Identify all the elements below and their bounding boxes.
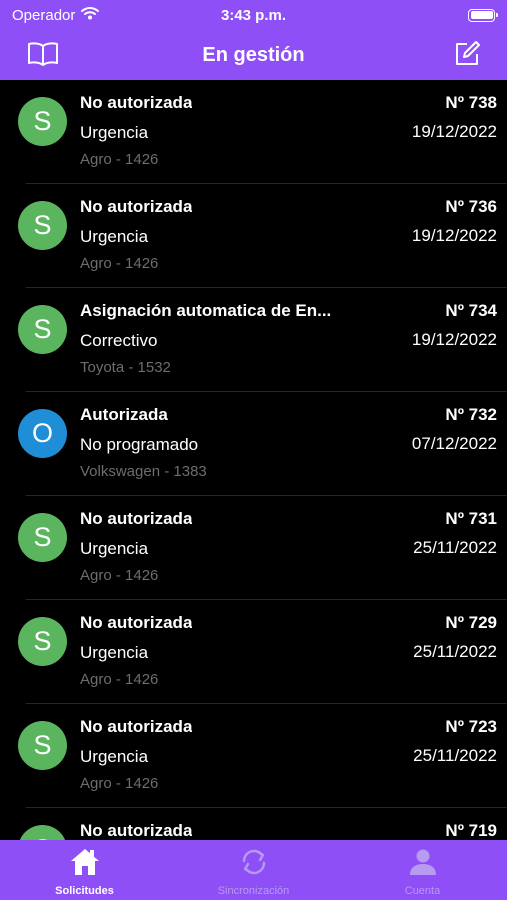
request-number: Nº 729 [445, 613, 497, 632]
request-type: Correctivo [80, 331, 158, 350]
request-vehicle: Toyota - 1532 [80, 359, 171, 376]
book-icon[interactable] [25, 38, 61, 70]
request-status: No autorizada [80, 509, 193, 528]
status-bar: Operador 3:43 p.m. [0, 0, 507, 30]
avatar: S [18, 617, 67, 666]
request-status: No autorizada [80, 821, 193, 840]
request-vehicle: Volkswagen - 1383 [80, 463, 207, 480]
request-status: No autorizada [80, 717, 193, 736]
home-icon [70, 848, 100, 881]
request-row[interactable]: O Autorizada No programado Volkswagen - … [0, 392, 507, 496]
request-date: 19/12/2022 [411, 122, 497, 141]
request-row[interactable]: S No autorizada Urgencia Agro - 1426 Nº … [0, 704, 507, 808]
request-row[interactable]: S No autorizada Urgencia Agro - 1426 Nº … [0, 184, 507, 288]
avatar: S [18, 201, 67, 250]
avatar: S [18, 825, 67, 840]
request-row[interactable]: S Asignación automatica de En... Correct… [0, 288, 507, 392]
request-status: Autorizada [80, 405, 168, 424]
request-date: 25/11/2022 [413, 746, 497, 765]
request-status: No autorizada [80, 613, 193, 632]
request-vehicle: Agro - 1426 [80, 255, 159, 272]
request-date: 19/12/2022 [411, 330, 497, 349]
page-title: En gestión [202, 43, 305, 66]
request-date: 19/12/2022 [411, 226, 497, 245]
request-row[interactable]: S No autorizada Urgencia Agro - 1426 Nº … [0, 600, 507, 704]
sync-icon [239, 848, 269, 881]
request-vehicle: Agro - 1426 [80, 671, 159, 688]
avatar: S [18, 721, 67, 770]
request-type: Urgencia [80, 747, 149, 766]
request-type: Urgencia [80, 643, 149, 662]
status-left: Operador [12, 6, 100, 24]
request-number: Nº 738 [445, 93, 497, 112]
request-status: Asignación automatica de En... [80, 301, 332, 320]
avatar: S [18, 305, 67, 354]
request-date: 07/12/2022 [411, 434, 497, 453]
request-status: No autorizada [80, 93, 193, 112]
request-list: S No autorizada Urgencia Agro - 1426 Nº … [0, 80, 507, 840]
tab-bar: Solicitudes Sincronización Cuenta [0, 840, 507, 900]
person-icon [408, 848, 438, 881]
tab-sincronizacion[interactable]: Sincronización [169, 840, 338, 900]
request-type: Urgencia [80, 227, 149, 246]
tab-label: Cuenta [404, 885, 441, 897]
battery-icon [468, 8, 498, 22]
tab-solicitudes[interactable]: Solicitudes [0, 840, 169, 900]
request-row[interactable]: S No autorizada Nº 719 [0, 808, 507, 840]
request-type: Urgencia [80, 123, 149, 142]
request-number: Nº 731 [445, 509, 497, 528]
request-status: No autorizada [80, 197, 193, 216]
request-type: No programado [80, 435, 199, 454]
tab-label: Solicitudes [55, 885, 114, 897]
request-number: Nº 723 [445, 717, 497, 736]
request-type: Urgencia [80, 539, 149, 558]
request-date: 25/11/2022 [413, 538, 497, 557]
request-date: 25/11/2022 [413, 642, 497, 661]
request-vehicle: Agro - 1426 [80, 567, 159, 584]
request-number: Nº 736 [445, 197, 497, 216]
tab-label: Sincronización [217, 885, 290, 897]
request-number: Nº 719 [445, 821, 497, 840]
tab-cuenta[interactable]: Cuenta [338, 840, 507, 900]
navigation-bar: En gestión [0, 30, 507, 80]
carrier-label: Operador [12, 6, 76, 24]
request-number: Nº 732 [445, 405, 497, 424]
wifi-icon [81, 6, 100, 24]
compose-icon[interactable] [449, 38, 485, 70]
request-vehicle: Agro - 1426 [80, 775, 159, 792]
request-row[interactable]: S No autorizada Urgencia Agro - 1426 Nº … [0, 80, 507, 184]
avatar: O [18, 409, 67, 458]
avatar: S [18, 97, 67, 146]
avatar: S [18, 513, 67, 562]
request-number: Nº 734 [445, 301, 497, 320]
request-row[interactable]: S No autorizada Urgencia Agro - 1426 Nº … [0, 496, 507, 600]
request-vehicle: Agro - 1426 [80, 151, 159, 168]
